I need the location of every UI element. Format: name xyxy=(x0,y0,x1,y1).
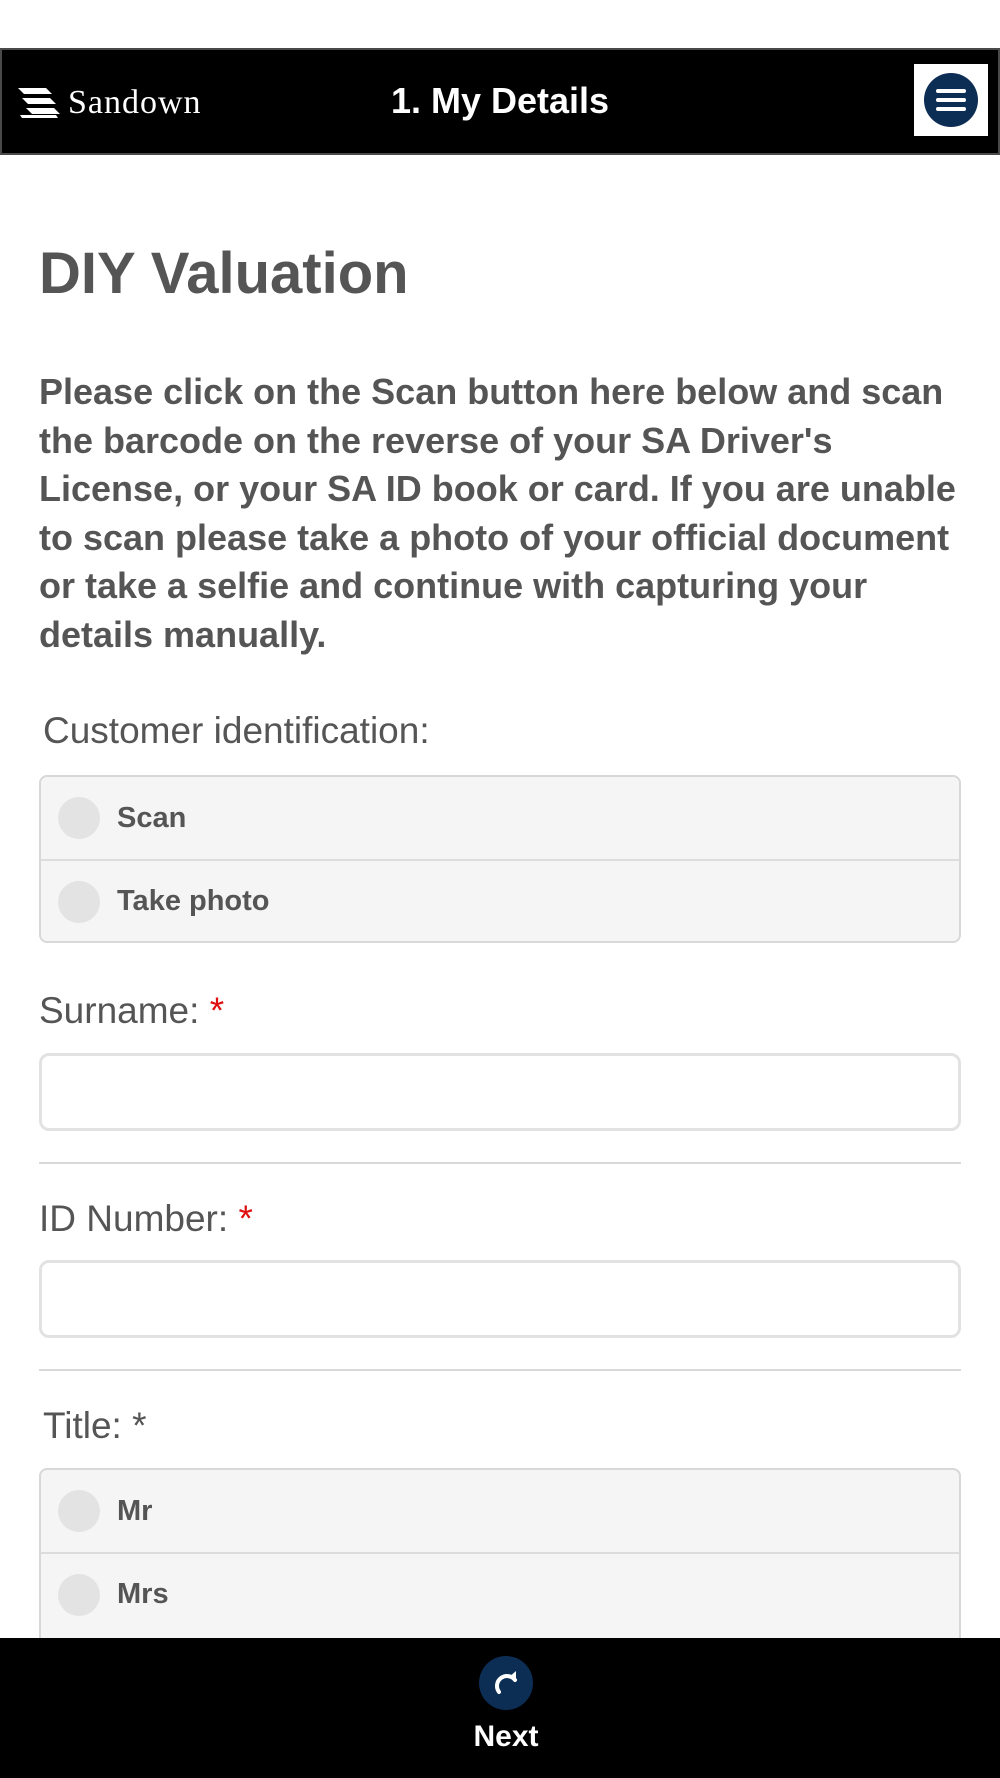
surname-label: Surname: * xyxy=(39,990,224,1032)
id-number-label-text: ID Number: xyxy=(39,1198,229,1239)
header-title: 1. My Details xyxy=(390,80,610,121)
id-number-input[interactable] xyxy=(39,1260,961,1338)
customer-identification-radio-group: Scan Take photo xyxy=(39,775,961,943)
radio-label: Mrs xyxy=(117,1577,169,1610)
radio-circle-icon xyxy=(58,1574,100,1616)
surname-input[interactable] xyxy=(39,1053,961,1131)
menu-icon xyxy=(924,73,978,127)
menu-button[interactable] xyxy=(914,64,988,136)
id-number-label: ID Number: * xyxy=(39,1198,253,1240)
required-asterisk: * xyxy=(238,1198,253,1239)
radio-option-take-photo[interactable]: Take photo xyxy=(41,859,959,941)
next-label: Next xyxy=(473,1720,539,1753)
radio-option-scan[interactable]: Scan xyxy=(41,777,959,859)
radio-option-mr[interactable]: Mr xyxy=(41,1470,959,1552)
header-bar: Sandown 1. My Details xyxy=(0,48,1000,155)
radio-label: Scan xyxy=(117,801,187,834)
radio-circle-icon xyxy=(58,881,100,923)
divider xyxy=(39,1162,961,1164)
redo-arrow-icon xyxy=(479,1656,533,1710)
intro-text: Please click on the Scan button here bel… xyxy=(39,371,956,655)
radio-option-mrs[interactable]: Mrs xyxy=(41,1552,959,1634)
required-asterisk: * xyxy=(209,990,225,1031)
footer-bar: Next xyxy=(0,1638,1000,1778)
customer-identification-label: Customer identification: xyxy=(43,710,430,751)
radio-label: Take photo xyxy=(117,884,270,917)
radio-circle-icon xyxy=(58,1490,100,1532)
radio-circle-icon xyxy=(58,797,100,839)
page-title: DIY Valuation xyxy=(39,241,409,306)
title-label: Title: * xyxy=(43,1405,147,1446)
surname-label-text: Surname: xyxy=(39,990,200,1031)
radio-label: Mr xyxy=(117,1494,153,1527)
divider xyxy=(39,1369,961,1371)
next-button[interactable]: Next xyxy=(440,1656,572,1766)
